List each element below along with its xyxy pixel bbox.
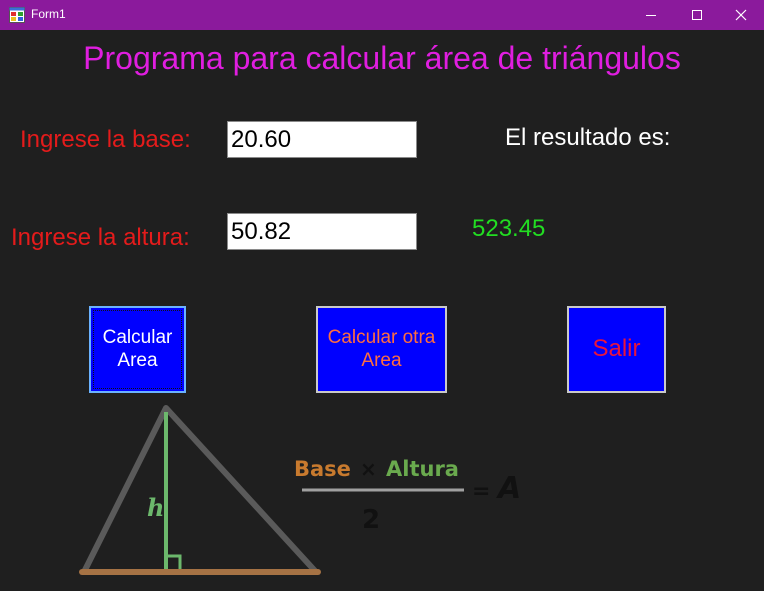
maximize-button[interactable] (674, 0, 720, 30)
window-title: Form1 (31, 7, 66, 21)
minimize-icon (646, 15, 656, 16)
calculate-button-line1: Calcular (102, 326, 173, 348)
calculate-another-button[interactable]: Calcular otra Area (316, 306, 447, 393)
exit-button-label: Salir (592, 335, 641, 363)
page-title: Programa para calcular área de triángulo… (83, 40, 681, 76)
result-label: El resultado es: (505, 124, 671, 151)
formula-equals: = (472, 479, 490, 504)
base-input[interactable] (227, 121, 417, 158)
calculate-button-line2: Area (117, 349, 158, 371)
triangle-shape (81, 405, 319, 575)
close-button[interactable] (718, 0, 764, 30)
another-button-line1: Calcular otra (327, 326, 436, 348)
altura-label: Ingrese la altura: (11, 224, 190, 251)
base-label: Ingrese la base: (20, 126, 191, 153)
formula-denominator: 2 (362, 505, 380, 535)
altura-input[interactable] (227, 213, 417, 250)
height-letter: h (147, 493, 164, 522)
result-value: 523.45 (472, 215, 546, 242)
right-angle-mark (166, 554, 182, 569)
minimize-button[interactable] (628, 0, 674, 30)
formula-times: × (360, 457, 377, 481)
calculate-area-button[interactable]: Calcular Area (89, 306, 186, 393)
formula-base: Base (294, 457, 351, 481)
another-button-line2: Area (361, 349, 402, 371)
formula-area: A (496, 471, 521, 506)
close-icon (735, 9, 747, 21)
form-app-icon (9, 7, 25, 23)
exit-button[interactable]: Salir (567, 306, 666, 393)
formula-altura: Altura (386, 457, 459, 481)
area-formula: Base × Altura = A 2 (294, 457, 521, 535)
maximize-icon (692, 10, 702, 20)
title-bar[interactable]: Form1 (0, 0, 764, 30)
